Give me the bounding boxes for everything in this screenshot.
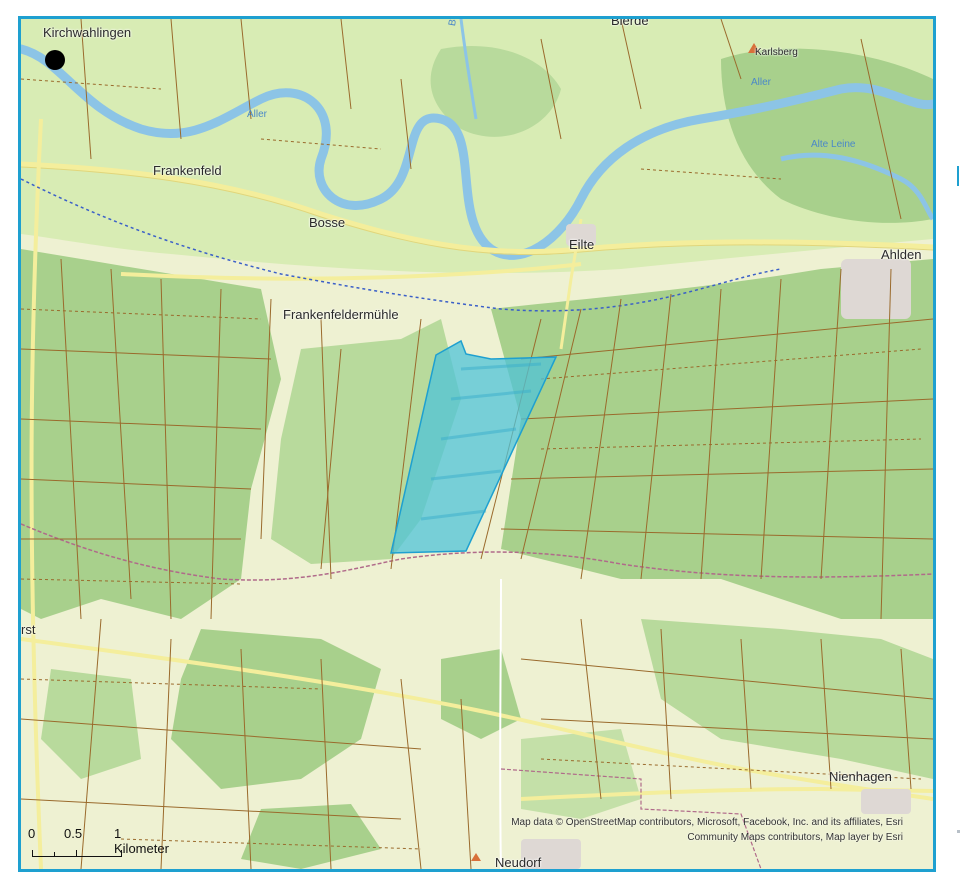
label-frankenfeld: Frankenfeld — [153, 163, 222, 178]
label-river-aller-2: Aller — [751, 77, 772, 88]
scale-label-half: 0.5 — [64, 826, 83, 841]
scale-label-zero: 0 — [28, 826, 36, 841]
label-kirchwahlingen: Kirchwahlingen — [43, 25, 132, 40]
label-river-alte-leine: Alte Leine — [811, 139, 856, 150]
scale-label-one: 1 Kilometer — [114, 826, 169, 856]
location-marker[interactable] — [45, 50, 65, 70]
label-karlsberg: Karlsberg — [755, 47, 798, 58]
label-neudorf: Neudorf — [495, 855, 542, 870]
settlement-nienhagen — [861, 789, 911, 814]
scale-bar: 0 0.5 1 Kilometer — [28, 826, 169, 862]
label-frankenfeldermuehle: Frankenfeldermühle — [283, 307, 399, 322]
forest-west — [21, 249, 281, 619]
map-attribution: Map data © OpenStreetMap contributors, M… — [511, 817, 903, 843]
map-frame: Kirchwahlingen Frankenfeld Bosse Eilte A… — [18, 16, 936, 872]
settlement-ahlden — [841, 259, 911, 319]
label-river-aller-1: Aller — [247, 109, 268, 120]
map-canvas[interactable] — [21, 19, 933, 869]
scale-bar-line — [32, 850, 122, 857]
label-eilte: Eilte — [569, 237, 595, 252]
label-bosse: Bosse — [309, 215, 346, 230]
scale-bar-mid-tick — [76, 850, 77, 856]
scale-bar-quarter-tick — [54, 852, 55, 856]
label-nienhagen: Nienhagen — [829, 769, 892, 784]
side-marker — [957, 166, 959, 186]
label-ahlden: Ahlden — [881, 247, 922, 262]
label-bierde: Bierde — [611, 16, 649, 28]
road-neudorf — [499, 578, 502, 869]
label-edge-left: rst — [21, 622, 36, 637]
